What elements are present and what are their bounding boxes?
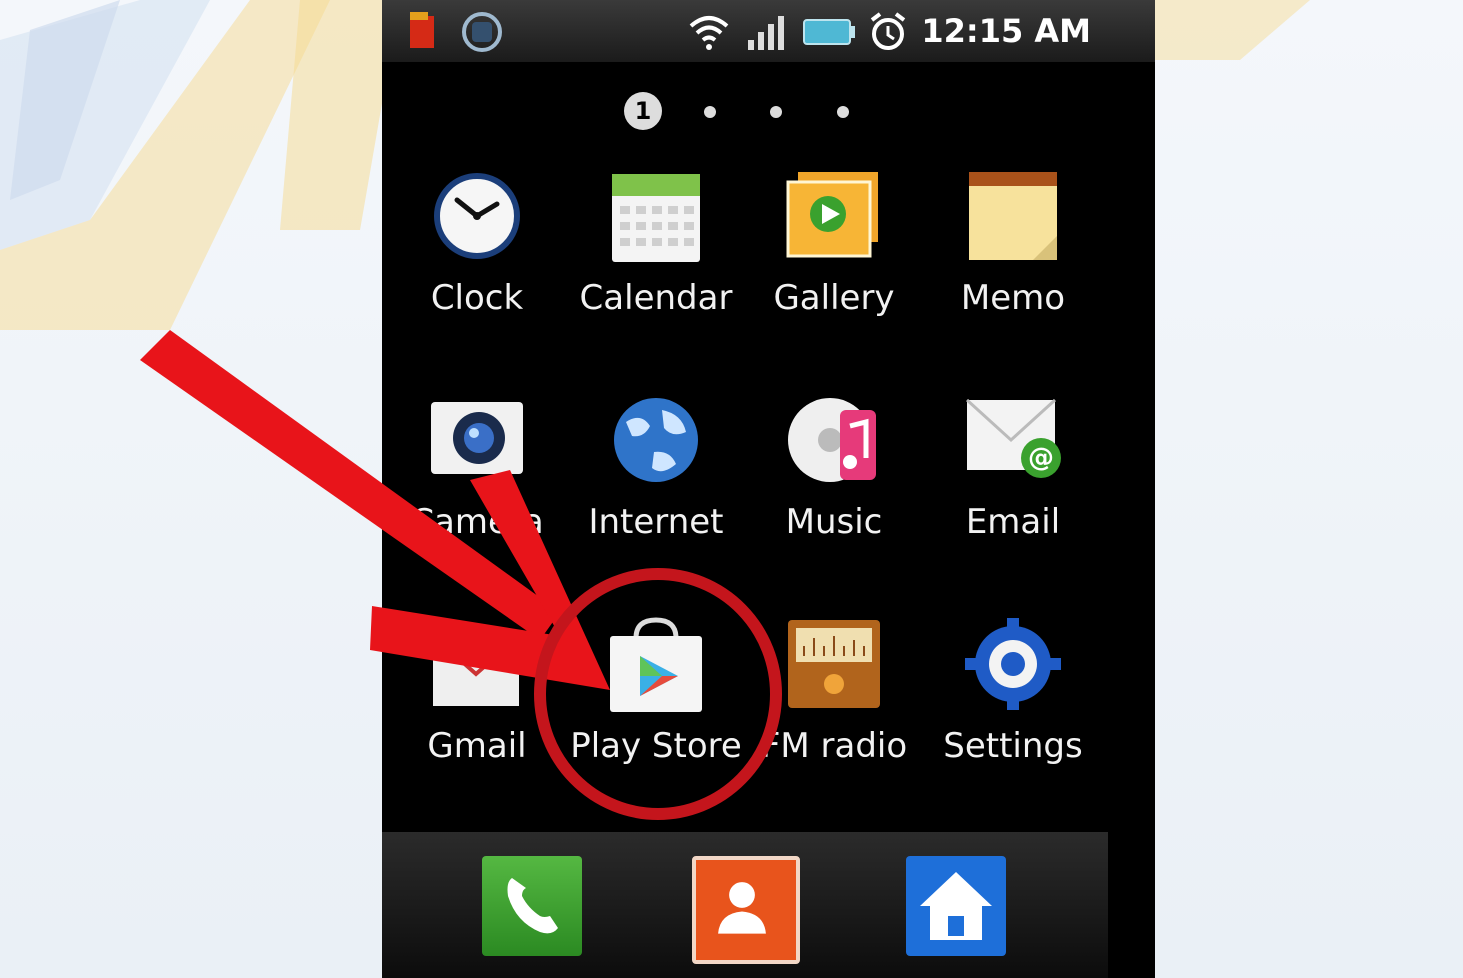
contacts-icon — [718, 882, 766, 934]
app-clock[interactable]: Clock — [388, 168, 566, 368]
app-memo[interactable]: Memo — [924, 168, 1102, 368]
memo-icon — [969, 172, 1057, 260]
music-icon — [788, 398, 876, 482]
home-icon — [920, 872, 992, 940]
page-indicator[interactable]: 1 — [382, 92, 1155, 132]
dock — [382, 832, 1108, 978]
app-internet[interactable]: Internet — [567, 392, 745, 592]
app-gmail[interactable]: Gmail — [388, 616, 566, 816]
dock-home-button[interactable] — [906, 856, 1006, 956]
globe-icon — [614, 398, 698, 482]
status-bar: 12:15 AM — [382, 0, 1155, 62]
wifi-icon — [689, 16, 729, 50]
app-email[interactable]: @ Email — [924, 392, 1102, 592]
phone-icon — [507, 878, 558, 934]
app-camera[interactable]: Camera — [388, 392, 566, 592]
app-gallery[interactable]: Gallery — [745, 168, 923, 368]
svg-text:@: @ — [1028, 443, 1054, 473]
app-label: Email — [965, 502, 1061, 542]
messenger-icon — [462, 12, 502, 52]
sd-card-icon — [410, 12, 434, 48]
page-dot[interactable] — [837, 106, 849, 118]
signal-icon — [748, 16, 784, 50]
radio-icon — [788, 620, 880, 708]
camera-icon — [431, 402, 523, 474]
status-time: 12:15 AM — [921, 12, 1091, 50]
gallery-icon — [786, 172, 878, 258]
page-dot[interactable] — [704, 106, 716, 118]
app-label: Settings — [943, 726, 1083, 766]
app-label: Memo — [960, 278, 1066, 318]
gmail-icon — [431, 634, 521, 706]
email-icon: @ — [965, 398, 1061, 478]
app-fm-radio[interactable]: FM radio — [745, 616, 923, 816]
dock-contacts-button[interactable] — [692, 856, 800, 964]
page-indicator-current[interactable]: 1 — [624, 92, 662, 130]
app-play-store[interactable]: Play Store — [567, 616, 745, 816]
play-store-icon — [610, 617, 702, 712]
phone-screen: 12:15 AM 1 Clock Calendar Gallery Memo C… — [382, 0, 1155, 978]
alarm-icon — [870, 12, 906, 50]
app-music[interactable]: Music — [745, 392, 923, 592]
dock-phone-button[interactable] — [482, 856, 582, 956]
gear-icon — [965, 618, 1061, 710]
clock-icon — [434, 173, 520, 259]
app-settings[interactable]: Settings — [924, 616, 1102, 816]
calendar-icon — [612, 174, 700, 262]
battery-icon — [803, 19, 855, 45]
page-dot[interactable] — [770, 106, 782, 118]
app-calendar[interactable]: Calendar — [567, 168, 745, 368]
